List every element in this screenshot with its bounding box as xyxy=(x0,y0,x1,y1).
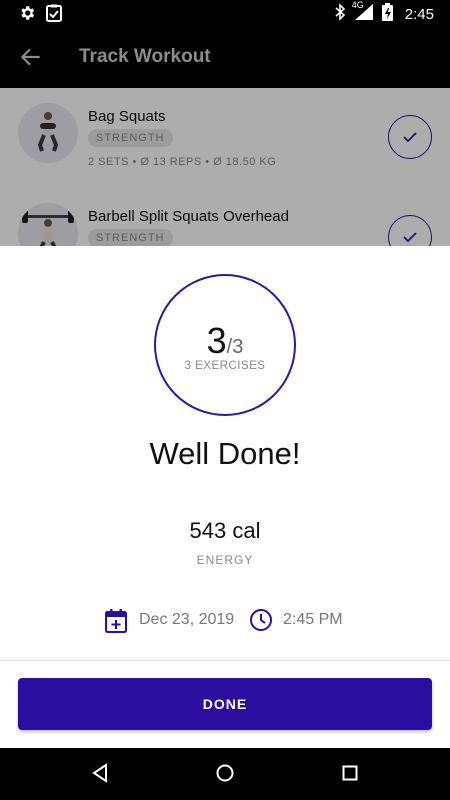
energy-value: 543 cal xyxy=(189,518,261,543)
bluetooth-icon xyxy=(334,3,346,25)
done-button[interactable]: DONE xyxy=(18,678,432,730)
back-arrow-icon[interactable] xyxy=(18,44,44,70)
total-count: /3 xyxy=(226,336,244,358)
energy-label: ENERGY xyxy=(196,553,254,567)
system-nav-bar xyxy=(0,748,450,800)
settings-icon xyxy=(18,4,36,27)
workout-summary-sheet: 3/3 3 EXERCISES Well Done! 543 cal ENERG… xyxy=(0,246,450,748)
network-label: 4G xyxy=(351,0,364,10)
progress-ring: 3/3 3 EXERCISES xyxy=(154,274,296,416)
headline: Well Done! xyxy=(149,436,301,471)
signal-icon: 4G xyxy=(351,0,374,25)
status-time: 2:45 xyxy=(404,5,434,23)
exercises-label: 3 EXERCISES xyxy=(184,360,266,372)
calendar-add-icon xyxy=(104,608,128,639)
back-nav-icon[interactable] xyxy=(90,762,110,789)
battery-icon xyxy=(381,3,393,25)
clock-icon xyxy=(249,608,273,637)
scrim-overlay[interactable] xyxy=(0,88,450,246)
clipboard-check-icon xyxy=(46,4,62,27)
page-title: Track Workout xyxy=(79,46,211,67)
divider xyxy=(0,660,450,661)
workout-datetime: Dec 23, 2019 2:45 PM xyxy=(0,606,450,634)
home-nav-icon[interactable] xyxy=(215,762,235,789)
status-bar: 4G 2:45 xyxy=(0,0,450,26)
recents-nav-icon[interactable] xyxy=(340,762,360,789)
completed-count: 3 xyxy=(206,320,227,361)
exercise-count: 3/3 xyxy=(156,320,294,362)
workout-date[interactable]: Dec 23, 2019 xyxy=(139,611,234,629)
app-bar: Track Workout xyxy=(0,26,450,88)
workout-time[interactable]: 2:45 PM xyxy=(283,611,343,629)
